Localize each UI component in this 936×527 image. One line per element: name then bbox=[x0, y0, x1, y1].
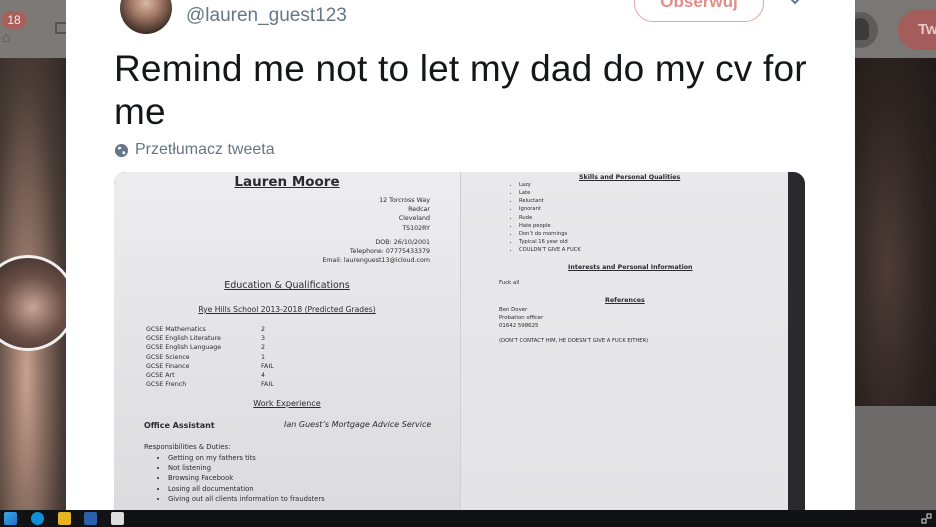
cv-references: Ben Dover Probation officer 01642 598625 bbox=[499, 307, 544, 330]
cv-references-heading: References bbox=[605, 297, 645, 304]
user-handle[interactable]: @lauren_guest123 bbox=[186, 5, 347, 27]
list-item: Giving out all clients information to fr… bbox=[168, 494, 325, 504]
list-item: COULDN’T GIVE A FUCK bbox=[519, 246, 581, 254]
start-icon[interactable] bbox=[4, 512, 17, 525]
translate-label: Przetłumacz tweeta bbox=[135, 141, 275, 158]
chevron-down-icon[interactable] bbox=[788, 0, 802, 8]
list-item: Browsing Facebook bbox=[168, 473, 325, 483]
cv-education-heading: Education & Qualifications bbox=[224, 280, 350, 291]
list-item: Losing all documentation bbox=[168, 484, 325, 494]
grade-row: GCSE Mathematics 2 bbox=[146, 326, 266, 333]
home-icon[interactable]: ⌂ bbox=[2, 30, 18, 44]
user-avatar[interactable] bbox=[120, 0, 172, 34]
grade-row: GCSE Art 4 bbox=[146, 372, 266, 380]
cv-skills-list: Lazy Late Reluctant Ignorant Rude Hate p… bbox=[509, 181, 581, 254]
follow-button[interactable]: Obserwuj bbox=[634, 0, 764, 22]
cv-references-note: (DON’T CONTACT HIM, HE DOESN’T GIVE A FU… bbox=[499, 338, 649, 344]
list-item: Ignorant bbox=[519, 205, 581, 213]
list-item: Getting on my fathers tits bbox=[168, 453, 325, 463]
cv-job-title: Office Assistant bbox=[144, 421, 215, 430]
cv-work-heading: Work Experience bbox=[253, 399, 321, 408]
cv-school: Rye Hills School 2013-2018 (Predicted Gr… bbox=[198, 305, 376, 314]
list-item: Hate people bbox=[519, 222, 581, 230]
tweet-text: Remind me not to let my dad do my cv for… bbox=[114, 48, 807, 132]
grade-row: GCSE Finance FAIL bbox=[146, 362, 274, 370]
cv-contact: DOB: 26/10/2001 Telephone: 07775433379 E… bbox=[322, 239, 430, 265]
cv-company: Ian Guest’s Mortgage Advice Service bbox=[284, 420, 432, 429]
list-item: Rude bbox=[519, 214, 581, 222]
cv-page-left: Lauren Moore 12 Torcross Way Redcar Clev… bbox=[114, 172, 460, 510]
word-icon[interactable] bbox=[84, 512, 97, 525]
grade-row: GCSE English Literature 3 bbox=[146, 335, 266, 343]
cv-interests: Fuck all bbox=[499, 280, 520, 286]
photos-icon[interactable] bbox=[111, 512, 124, 525]
translate-tweet-link[interactable]: Przetłumacz tweeta bbox=[114, 140, 275, 160]
photo-dark-edge bbox=[788, 172, 805, 510]
list-item: Don’t do mornings bbox=[519, 230, 581, 238]
list-item: Typical 16 year old bbox=[519, 238, 581, 246]
globe-icon bbox=[114, 143, 129, 157]
notification-badge[interactable]: 18 bbox=[1, 11, 27, 29]
network-icon[interactable] bbox=[921, 513, 932, 524]
cv-page-right: Skills and Personal Qualities Lazy Late … bbox=[460, 172, 789, 510]
background-right-lower bbox=[855, 406, 936, 510]
taskbar bbox=[0, 510, 936, 527]
tweet-modal: @lauren_guest123 Obserwuj Remind me not … bbox=[66, 0, 855, 510]
list-item: Reluctant bbox=[519, 197, 581, 205]
cv-interests-heading: Interests and Personal Information bbox=[568, 264, 693, 271]
list-item: Lazy bbox=[519, 181, 581, 189]
cv-responsibilities-list: Getting on my fathers tits Not listening… bbox=[152, 453, 325, 504]
tweet-photo[interactable]: Lauren Moore 12 Torcross Way Redcar Clev… bbox=[114, 172, 805, 510]
cv-responsibilities-title: Responsibilities & Duties: bbox=[144, 443, 231, 451]
list-item: Not listening bbox=[168, 463, 325, 473]
grade-row: GCSE Science 1 bbox=[146, 353, 266, 361]
background-photo-right bbox=[855, 58, 936, 406]
outlook-icon[interactable] bbox=[58, 512, 71, 525]
grade-row: GCSE French FAIL bbox=[146, 381, 274, 389]
list-item: Late bbox=[519, 189, 581, 197]
skype-icon[interactable] bbox=[31, 512, 44, 525]
tweet-compose-button[interactable]: Tw bbox=[898, 10, 936, 50]
cv-skills-heading: Skills and Personal Qualities bbox=[579, 174, 681, 181]
grade-row: GCSE English Language 2 bbox=[146, 344, 266, 352]
cv-name: Lauren Moore bbox=[234, 174, 340, 190]
cv-grades-table: GCSE Mathematics 2 GCSE English Literatur… bbox=[146, 325, 274, 389]
cv-address: 12 Torcross Way Redcar Cleveland TS102RY bbox=[379, 197, 430, 232]
